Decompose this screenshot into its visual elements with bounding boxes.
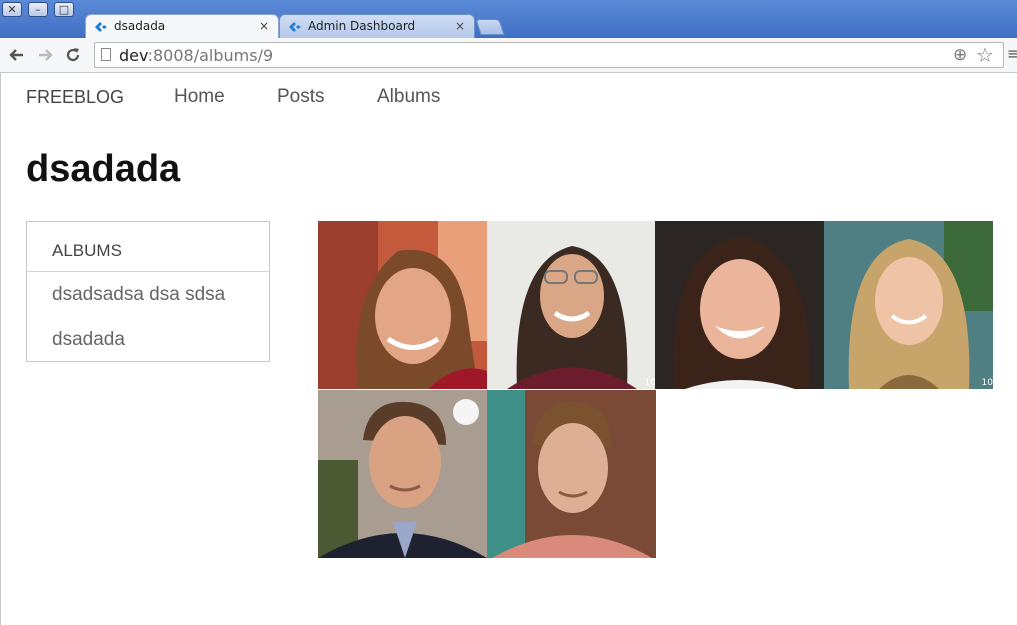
sidebar-heading: ALBUMS bbox=[52, 241, 122, 260]
woman-portrait-image bbox=[824, 221, 993, 389]
window-close-button[interactable]: ✕ bbox=[2, 2, 22, 17]
nav-home-link[interactable]: Home bbox=[174, 86, 225, 108]
bookmark-star-icon[interactable]: ☆ bbox=[976, 43, 994, 67]
nav-albums-link[interactable]: Albums bbox=[377, 86, 440, 108]
page-title: dsadada bbox=[26, 148, 181, 190]
browser-toolbar: dev:8008/albums/9 ⊕ ☆ ≡ bbox=[0, 38, 1017, 73]
sidebar-item-album[interactable]: dsadsadsa dsa sdsa bbox=[52, 284, 225, 306]
site-favicon-icon bbox=[95, 22, 107, 32]
brand-link[interactable]: FREEBLOG bbox=[26, 87, 124, 108]
browser-titlebar: ✕ – □ dsadada × Admin Dashboard × bbox=[0, 0, 1017, 38]
reload-icon[interactable] bbox=[62, 44, 84, 66]
window-maximize-button[interactable]: □ bbox=[54, 2, 74, 17]
gallery-photo[interactable] bbox=[318, 390, 487, 558]
tab-admin-dashboard[interactable]: Admin Dashboard × bbox=[279, 14, 475, 38]
tab-title: dsadada bbox=[114, 19, 166, 33]
gallery-photo[interactable]: 10 bbox=[824, 221, 993, 389]
albums-sidebar: ALBUMS dsadsadsa dsa sdsa dsadada bbox=[26, 221, 270, 362]
window-border bbox=[0, 73, 1, 625]
tab-close-icon[interactable]: × bbox=[259, 15, 269, 37]
photo-caption: 10 bbox=[981, 378, 993, 388]
zoom-icon[interactable]: ⊕ bbox=[953, 45, 967, 65]
gallery-photo[interactable] bbox=[318, 221, 487, 389]
gallery-photo[interactable] bbox=[487, 390, 656, 558]
man-portrait-image bbox=[318, 390, 487, 558]
forward-arrow-icon[interactable] bbox=[34, 44, 56, 66]
sidebar-item-album[interactable]: dsadada bbox=[52, 329, 125, 351]
address-bar[interactable]: dev:8008/albums/9 ⊕ ☆ bbox=[94, 42, 1004, 68]
new-tab-button[interactable] bbox=[475, 19, 505, 35]
nav-posts-link[interactable]: Posts bbox=[277, 86, 325, 108]
url-text: dev:8008/albums/9 bbox=[119, 46, 274, 65]
woman-portrait-image bbox=[655, 221, 824, 389]
tab-close-icon[interactable]: × bbox=[455, 15, 465, 37]
gallery-photo[interactable] bbox=[655, 221, 824, 389]
woman-portrait-image bbox=[318, 221, 487, 389]
gallery-photo[interactable]: 10 bbox=[487, 221, 656, 389]
man-portrait-image bbox=[487, 390, 656, 558]
woman-portrait-image bbox=[487, 221, 656, 389]
page-icon bbox=[101, 48, 111, 61]
tab-dsadada[interactable]: dsadada × bbox=[85, 14, 279, 38]
tab-title: Admin Dashboard bbox=[308, 19, 416, 33]
window-minimize-button[interactable]: – bbox=[28, 2, 48, 17]
browser-menu-icon[interactable]: ≡ bbox=[1007, 44, 1017, 63]
site-favicon-icon bbox=[289, 22, 301, 32]
back-arrow-icon[interactable] bbox=[6, 44, 28, 66]
sidebar-divider bbox=[27, 271, 269, 272]
